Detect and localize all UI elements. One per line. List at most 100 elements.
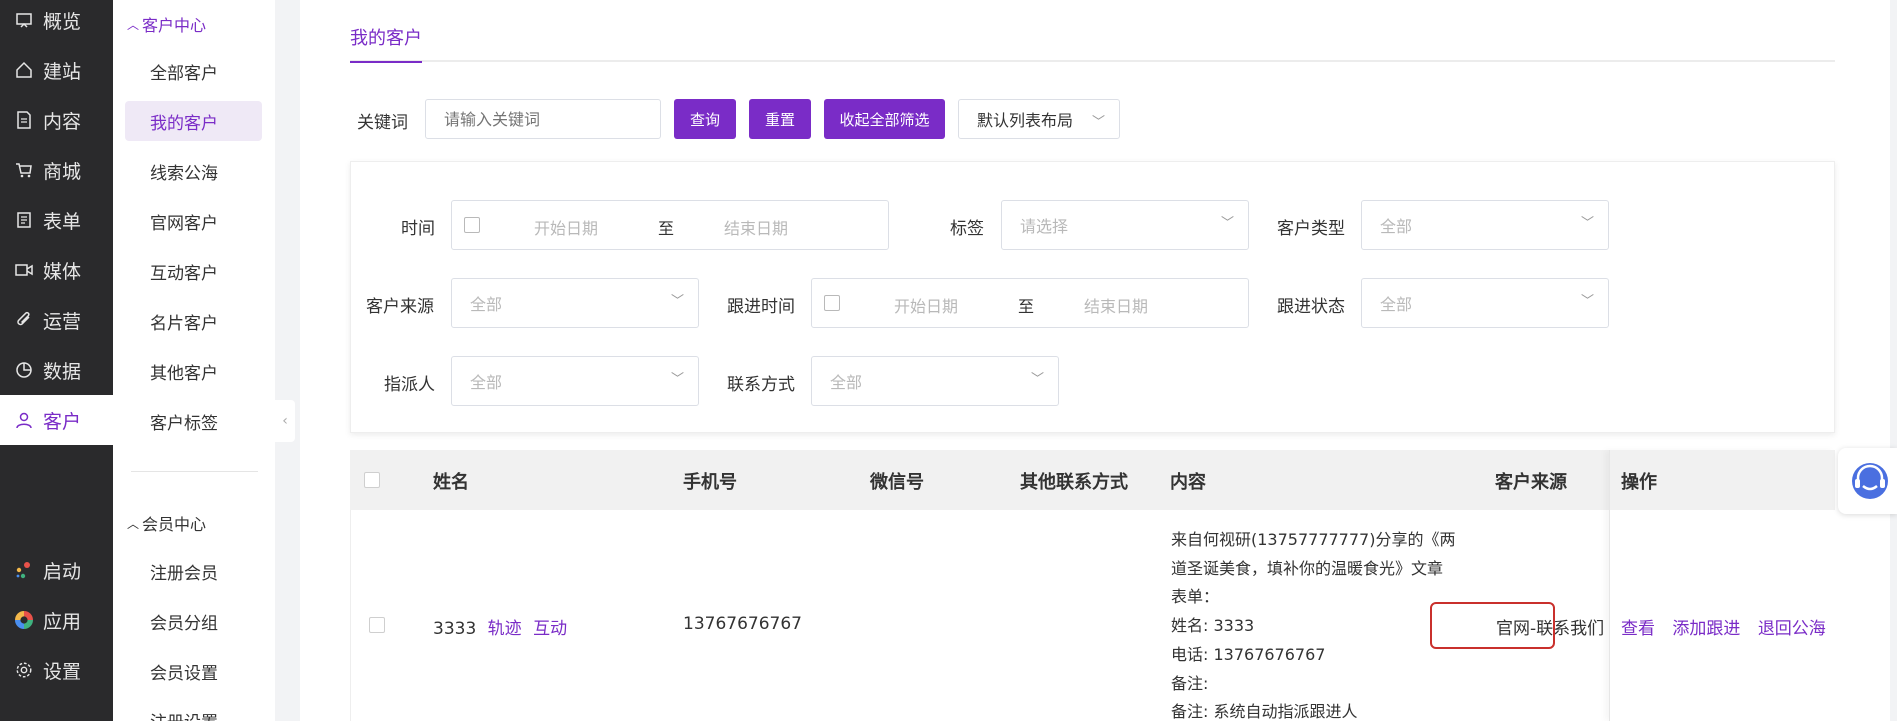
nav-item-data[interactable]: 数据 (0, 345, 113, 395)
nav-item-overview[interactable]: 概览 (0, 0, 113, 45)
tab-my-customers[interactable]: 我的客户 (350, 24, 422, 63)
nav-label: 建站 (43, 60, 82, 83)
layout-select[interactable]: 默认列表布局 ﹀ (958, 99, 1120, 139)
sub-item-customer-tags[interactable]: 客户标签 (125, 401, 262, 441)
assignee-select[interactable]: 全部 ﹀ (451, 356, 699, 406)
chevron-down-icon: ﹀ (1091, 115, 1105, 130)
divider (131, 471, 258, 472)
chevron-down-icon: ﹀ (1580, 294, 1594, 309)
reset-button[interactable]: 重置 (749, 99, 811, 139)
filter-panel: 时间 开始日期 至 结束日期 标签 请选择 ﹀ 客户类型 全部 ﹀ 客户来源 全… (350, 161, 1835, 433)
contact-label: 联系方式 (727, 375, 795, 395)
nav-item-site[interactable]: 建站 (0, 45, 113, 95)
customer-name: 3333 (433, 619, 477, 639)
follow-time-label: 跟进时间 (727, 297, 795, 317)
nav-item-media[interactable]: 媒体 (0, 245, 113, 295)
overview-icon (14, 10, 34, 30)
return-to-pool-link[interactable]: 退回公海 (1758, 619, 1826, 639)
col-phone: 手机号 (683, 472, 737, 493)
col-content: 内容 (1170, 472, 1206, 493)
nav-label: 应用 (43, 610, 82, 633)
sub-item-member-settings[interactable]: 会员设置 (125, 651, 262, 691)
group-member-center[interactable]: ︿ 会员中心 (127, 511, 206, 535)
group-customer-center[interactable]: ︿ 客户中心 (127, 12, 206, 36)
source-select[interactable]: 全部 ﹀ (451, 278, 699, 328)
chevron-down-icon: ﹀ (1220, 216, 1234, 231)
view-link[interactable]: 查看 (1621, 619, 1655, 639)
sub-nav: ︿ 客户中心 全部客户 我的客户 线索公海 官网客户 互动客户 名片客户 其他客… (113, 0, 275, 721)
nav-label: 商城 (43, 160, 82, 183)
col-other-contact: 其他联系方式 (1020, 472, 1128, 493)
source-label: 客户来源 (366, 297, 434, 317)
nav-label: 客户 (43, 410, 82, 433)
contact-select[interactable]: 全部 ﹀ (811, 356, 1059, 406)
nav-item-shop[interactable]: 商城 (0, 145, 113, 195)
select-all-checkbox[interactable] (364, 472, 380, 488)
nav-item-settings[interactable]: 设置 (0, 645, 113, 695)
actions-cell: 查看 添加跟进 退回公海 (1621, 614, 1826, 639)
follow-status-label: 跟进状态 (1277, 297, 1345, 317)
clip-icon (14, 310, 34, 330)
sub-item-other-customers[interactable]: 其他客户 (125, 351, 262, 391)
nav-item-apps[interactable]: 应用 (0, 595, 113, 645)
actions-column: 查看 添加跟进 退回公海 (1609, 450, 1835, 721)
follow-time-date-range[interactable]: 开始日期 至 结束日期 (811, 278, 1249, 328)
chevron-down-icon: ﹀ (670, 294, 684, 309)
pie-chart-icon (14, 360, 34, 380)
sub-item-interactive-customers[interactable]: 互动客户 (125, 251, 262, 291)
nav-item-ops[interactable]: 运营 (0, 295, 113, 345)
launch-icon (14, 560, 34, 580)
keyword-label: 关键词 (357, 113, 408, 133)
collapse-sidebar-button[interactable]: ‹ (275, 400, 295, 442)
follow-status-select[interactable]: 全部 ﹀ (1361, 278, 1609, 328)
user-icon (14, 410, 34, 430)
nav-item-customer[interactable]: 客户 (0, 395, 113, 445)
nav-label: 内容 (43, 110, 82, 133)
calendar-icon (464, 217, 480, 233)
headset-icon (1845, 456, 1891, 506)
nav-label: 启动 (43, 560, 82, 583)
tab-bar: 我的客户 (350, 0, 1835, 63)
chevron-up-icon: ︿ (127, 17, 140, 32)
tag-label: 标签 (950, 219, 984, 239)
sub-item-register-settings[interactable]: 注册设置 (125, 700, 262, 721)
row-checkbox[interactable] (369, 617, 385, 633)
form-icon (14, 210, 34, 230)
document-icon (14, 110, 34, 130)
chevron-down-icon: ﹀ (1030, 372, 1044, 387)
calendar-icon (824, 295, 840, 311)
collapse-filters-button[interactable]: 收起全部筛选 (824, 99, 945, 139)
sub-item-all-customers[interactable]: 全部客户 (125, 51, 262, 91)
sub-item-site-customers[interactable]: 官网客户 (125, 201, 262, 241)
keyword-input[interactable] (425, 99, 661, 139)
tag-select[interactable]: 请选择 ﹀ (1001, 200, 1249, 250)
nav-label: 设置 (43, 660, 82, 683)
nav-item-form[interactable]: 表单 (0, 195, 113, 245)
main-panel: 我的客户 关键词 查询 重置 收起全部筛选 默认列表布局 ﹀ 时间 开始日期 至… (300, 0, 1890, 721)
nav-item-launch[interactable]: 启动 (0, 545, 113, 595)
customer-type-select[interactable]: 全部 ﹀ (1361, 200, 1609, 250)
time-date-range[interactable]: 开始日期 至 结束日期 (451, 200, 889, 250)
time-label: 时间 (401, 219, 435, 239)
col-name: 姓名 (433, 472, 469, 493)
chevron-left-icon: ‹ (282, 413, 288, 429)
home-icon (14, 60, 34, 80)
interact-link[interactable]: 互动 (533, 619, 567, 639)
sub-item-my-customers[interactable]: 我的客户 (125, 101, 262, 141)
nav-item-content[interactable]: 内容 (0, 95, 113, 145)
col-wechat: 微信号 (870, 472, 924, 493)
search-button[interactable]: 查询 (674, 99, 736, 139)
sub-item-member-groups[interactable]: 会员分组 (125, 601, 262, 641)
sub-item-card-customers[interactable]: 名片客户 (125, 301, 262, 341)
sub-item-lead-pool[interactable]: 线索公海 (125, 151, 262, 191)
sub-item-registered-members[interactable]: 注册会员 (125, 551, 262, 591)
cart-icon (14, 160, 34, 180)
track-link[interactable]: 轨迹 (488, 619, 522, 639)
nav-label: 数据 (43, 360, 82, 383)
add-follow-link[interactable]: 添加跟进 (1672, 619, 1740, 639)
chevron-down-icon: ﹀ (670, 372, 684, 387)
col-source: 客户来源 (1495, 472, 1567, 493)
nav-label: 运营 (43, 310, 82, 333)
customer-service-button[interactable] (1838, 448, 1897, 514)
video-icon (14, 260, 34, 280)
